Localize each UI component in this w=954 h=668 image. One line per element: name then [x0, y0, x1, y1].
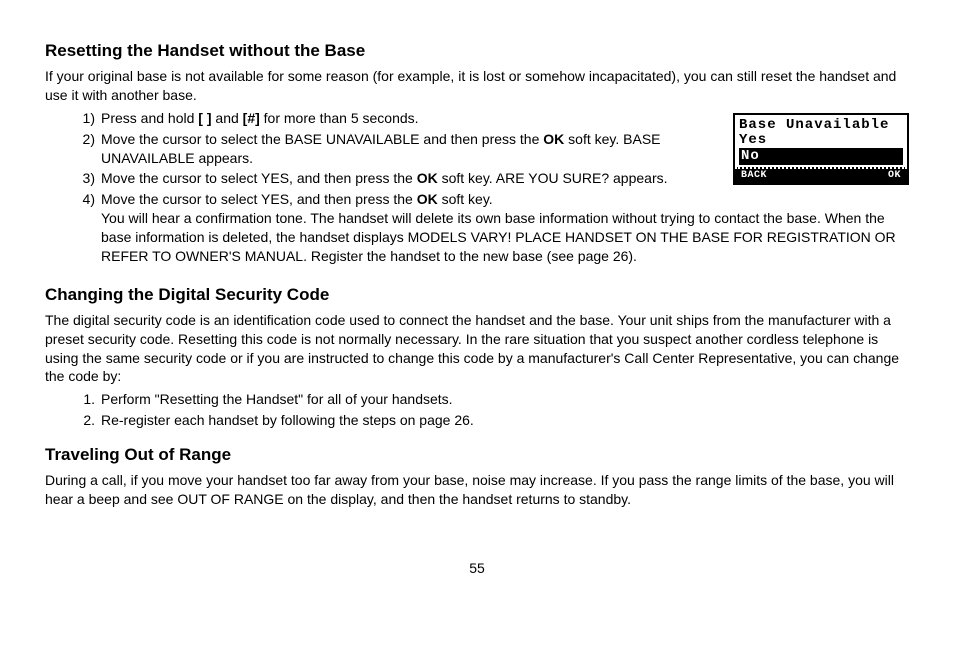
text: soft key. [438, 191, 493, 207]
text: Re-register each handset by following th… [101, 412, 474, 428]
heading-resetting: Resetting the Handset without the Base [45, 40, 909, 63]
text: Move the cursor to select YES, and then … [101, 170, 417, 186]
list-item: Re-register each handset by following th… [73, 411, 909, 430]
key-label: OK [543, 131, 564, 147]
heading-out-of-range: Traveling Out of Range [45, 444, 909, 467]
list-security-code: Perform "Resetting the Handset" for all … [45, 390, 909, 430]
section-out-of-range: Traveling Out of Range During a call, if… [45, 444, 909, 509]
intro-resetting: If your original base is not available f… [45, 67, 909, 105]
text: and [212, 110, 243, 126]
text: soft key. ARE YOU SURE? appears. [438, 170, 668, 186]
text: You will hear a confirmation tone. The h… [101, 210, 896, 264]
text: Press and hold [101, 110, 198, 126]
list-item: Perform "Resetting the Handset" for all … [73, 390, 909, 409]
key-label: [ ] [198, 110, 211, 126]
text: Perform "Resetting the Handset" for all … [101, 391, 453, 407]
key-label: OK [417, 191, 438, 207]
text: for more than 5 seconds. [260, 110, 419, 126]
page-number: 55 [45, 559, 909, 578]
heading-security-code: Changing the Digital Security Code [45, 284, 909, 307]
list-item: Move the cursor to select YES, and then … [73, 169, 909, 188]
list-item: Move the cursor to select YES, and then … [73, 190, 909, 266]
intro-security-code: The digital security code is an identifi… [45, 311, 909, 387]
key-label: OK [417, 170, 438, 186]
text: Move the cursor to select YES, and then … [101, 191, 417, 207]
list-item: Move the cursor to select the BASE UNAVA… [73, 130, 909, 168]
key-label: [#] [243, 110, 260, 126]
list-resetting: Press and hold [ ] and [#] for more than… [45, 109, 909, 266]
section-resetting: Resetting the Handset without the Base I… [45, 40, 909, 270]
list-item: Press and hold [ ] and [#] for more than… [73, 109, 909, 128]
section-security-code: Changing the Digital Security Code The d… [45, 284, 909, 430]
intro-out-of-range: During a call, if you move your handset … [45, 471, 909, 509]
text: Move the cursor to select the BASE UNAVA… [101, 131, 543, 147]
